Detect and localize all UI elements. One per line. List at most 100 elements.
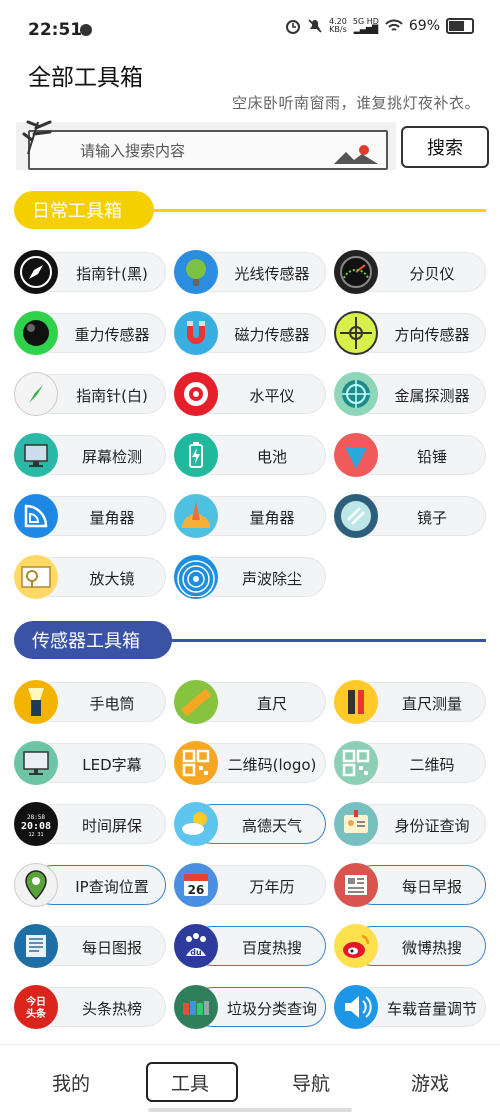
section-title-daily: 日常工具箱	[14, 191, 154, 229]
tool-screen-test[interactable]: 屏幕检测	[14, 433, 166, 477]
plumb-bob-icon	[334, 433, 378, 477]
battery-icon	[446, 18, 474, 34]
protractor-blue-icon	[14, 494, 58, 538]
location-icon	[14, 863, 58, 907]
gravity-sensor-icon	[14, 311, 58, 355]
nav-item-navigation[interactable]: 导航	[271, 1069, 351, 1096]
compass-white-icon	[14, 372, 58, 416]
status-bar: 22:51 4.20 KB/s 5G HD ▂▄▆█ 69%	[0, 0, 500, 56]
section-divider-daily	[144, 209, 486, 212]
tool-toutiao-hot[interactable]: 今日头条 头条热榜	[14, 985, 166, 1029]
decibel-meter-icon	[334, 250, 378, 294]
trash-sort-icon	[174, 985, 218, 1029]
tool-compass-white[interactable]: 指南针(白)	[14, 372, 166, 416]
tool-daily-news[interactable]: 每日早报	[334, 863, 486, 907]
home-indicator[interactable]	[148, 1108, 352, 1112]
tool-decibel-meter[interactable]: 分贝仪	[334, 250, 486, 294]
tool-ruler[interactable]: 直尺	[174, 680, 326, 724]
tool-car-volume[interactable]: 车载音量调节	[334, 985, 486, 1029]
search-placeholder: 请输入搜索内容	[80, 142, 186, 160]
image-news-icon	[14, 924, 58, 968]
tool-battery[interactable]: 电池	[174, 433, 326, 477]
calendar-day: 26	[188, 883, 205, 897]
mute-icon	[308, 19, 322, 33]
magnet-icon	[174, 311, 218, 355]
signal-icon: 5G HD ▂▄▆█	[352, 17, 379, 34]
bottom-nav: 我的 工具 导航 游戏	[0, 1044, 500, 1116]
tool-sound-wave-dust[interactable]: 声波除尘	[174, 555, 326, 599]
direction-sensor-icon	[334, 311, 378, 355]
compass-black-icon	[14, 250, 58, 294]
ruler-icon	[174, 680, 218, 724]
bamboo-decoration-icon	[22, 120, 52, 155]
mirror-icon	[334, 494, 378, 538]
tool-ruler-measure[interactable]: 直尺测量	[334, 680, 486, 724]
sound-wave-icon	[174, 555, 218, 599]
page-title: 全部工具箱	[28, 65, 143, 91]
baidu-icon-text: du	[190, 948, 202, 957]
svg-text:20:08: 20:08	[21, 821, 51, 832]
tool-calendar[interactable]: 26 万年历	[174, 863, 326, 907]
notification-dot-icon	[80, 24, 92, 36]
poem-text: 空床卧听南窗雨，谁复挑灯夜补衣。	[231, 94, 480, 112]
wifi-icon	[385, 19, 403, 31]
tool-id-card[interactable]: 身份证查询	[334, 802, 486, 846]
alarm-icon	[286, 20, 301, 34]
tool-trash-sort[interactable]: 垃圾分类查询	[174, 985, 326, 1029]
battery-tool-icon	[174, 433, 218, 477]
tool-weather[interactable]: 高德天气	[174, 802, 326, 846]
screen-test-icon	[14, 433, 58, 477]
tool-baidu-hot[interactable]: du 百度热搜	[174, 924, 326, 968]
qrcode-logo-icon	[174, 741, 218, 785]
tool-mirror[interactable]: 镜子	[334, 494, 486, 538]
tool-protractor-orange[interactable]: 量角器	[174, 494, 326, 538]
calendar-icon: 26	[174, 863, 218, 907]
section-divider-sensor	[162, 639, 486, 642]
weather-icon	[174, 802, 218, 846]
landscape-decoration-icon	[334, 145, 378, 164]
metal-detector-icon	[334, 372, 378, 416]
svg-text:12 31: 12 31	[28, 832, 43, 838]
tool-magnifier[interactable]: 放大镜	[14, 555, 166, 599]
light-sensor-icon	[174, 250, 218, 294]
toutiao-icon-text: 今日头条	[25, 995, 47, 1020]
svg-text:28:58: 28:58	[27, 814, 45, 821]
clock-icon: 28:58 20:08 12 31	[14, 802, 58, 846]
weibo-icon	[334, 924, 378, 968]
tool-light-sensor[interactable]: 光线传感器	[174, 250, 326, 294]
tool-led-screen[interactable]: LED字幕	[14, 741, 166, 785]
ruler-measure-icon	[334, 680, 378, 724]
tool-magnet-sensor[interactable]: 磁力传感器	[174, 311, 326, 355]
status-time: 22:51	[28, 20, 83, 40]
tool-plumb-bob[interactable]: 铅锤	[334, 433, 486, 477]
level-icon	[174, 372, 218, 416]
tool-qrcode[interactable]: 二维码	[334, 741, 486, 785]
tool-direction-sensor[interactable]: 方向传感器	[334, 311, 486, 355]
net-speed: 4.20 KB/s	[329, 17, 347, 34]
tool-compass-black[interactable]: 指南针(黑)	[14, 250, 166, 294]
led-screen-icon	[14, 741, 58, 785]
nav-item-mine[interactable]: 我的	[31, 1069, 111, 1096]
tool-flashlight[interactable]: 手电筒	[14, 680, 166, 724]
search-button[interactable]: 搜索	[401, 126, 489, 168]
section-title-sensor: 传感器工具箱	[14, 621, 172, 659]
battery-percent: 69%	[408, 18, 440, 34]
tool-image-news[interactable]: 每日图报	[14, 924, 166, 968]
baidu-icon: du	[174, 924, 218, 968]
qrcode-icon	[334, 741, 378, 785]
newspaper-icon	[334, 863, 378, 907]
nav-item-tools[interactable]: 工具	[150, 1069, 230, 1096]
magnifier-icon	[14, 555, 58, 599]
tool-gravity-sensor[interactable]: 重力传感器	[14, 311, 166, 355]
tool-weibo-hot[interactable]: 微博热搜	[334, 924, 486, 968]
protractor-orange-icon	[174, 494, 218, 538]
tool-clock-screensaver[interactable]: 28:58 20:08 12 31 时间屏保	[14, 802, 166, 846]
tool-level[interactable]: 水平仪	[174, 372, 326, 416]
tool-protractor-blue[interactable]: 量角器	[14, 494, 166, 538]
status-icons: 4.20 KB/s 5G HD ▂▄▆█ 69%	[285, 18, 474, 34]
tool-ip-location[interactable]: IP查询位置	[14, 863, 166, 907]
tool-metal-detector[interactable]: 金属探测器	[334, 372, 486, 416]
tool-qrcode-logo[interactable]: 二维码(logo)	[174, 741, 326, 785]
id-card-icon	[334, 802, 378, 846]
nav-item-games[interactable]: 游戏	[390, 1069, 470, 1096]
